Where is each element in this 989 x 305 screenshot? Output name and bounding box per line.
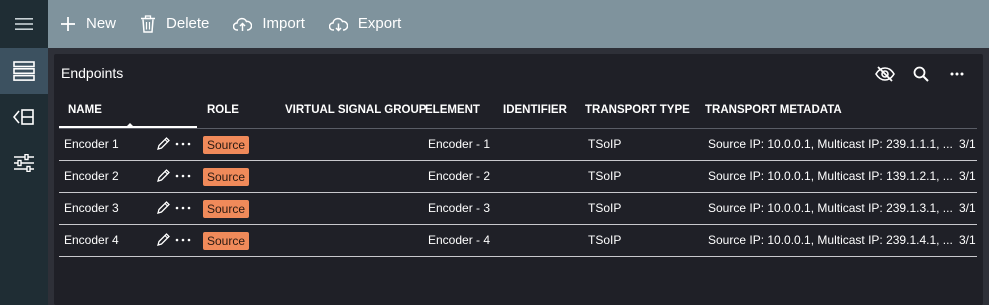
cell-element: Encoder - 3 (428, 201, 491, 215)
cell-element: Encoder - 4 (428, 233, 491, 247)
search-icon (913, 66, 929, 82)
cell-name: Encoder 3 (64, 201, 119, 215)
back-list-icon (13, 109, 34, 125)
more-options-button[interactable] (939, 63, 975, 85)
delete-label: Delete (166, 15, 210, 32)
cell-transport-metadata: Source IP: 10.0.0.1, Multicast IP: 239.1… (708, 137, 953, 151)
cell-element: Encoder - 1 (428, 137, 491, 151)
cell-transport-type: TSoIP (588, 169, 622, 183)
top-toolbar: New Delete Import Export (48, 0, 989, 48)
cell-extra: 3/1 (959, 201, 976, 215)
settings-list-icon (14, 154, 34, 172)
cloud-upload-icon (233, 17, 253, 31)
column-header-role[interactable]: ROLE (207, 104, 239, 116)
cell-transport-type: TSoIP (588, 201, 622, 215)
delete-button[interactable]: Delete (140, 0, 209, 48)
row-actions (156, 136, 191, 151)
list-view-icon (13, 61, 35, 81)
cell-extra: 3/1 (959, 169, 976, 183)
row-actions (156, 232, 191, 247)
import-button[interactable]: Import (233, 0, 305, 48)
sort-ascending-icon (126, 123, 134, 127)
export-button[interactable]: Export (328, 0, 402, 48)
column-header-virtual-signal-group[interactable]: VIRTUAL SIGNAL GROUP (285, 104, 426, 116)
cell-extra: 3/1 (959, 137, 976, 151)
trash-icon (141, 15, 156, 33)
import-label: Import (262, 15, 305, 32)
cell-name: Encoder 4 (64, 233, 119, 247)
edit-icon[interactable] (156, 168, 171, 183)
cell-element: Encoder - 2 (428, 169, 491, 183)
eye-off-icon (875, 66, 895, 82)
more-icon (950, 72, 964, 76)
role-badge: Source (203, 136, 250, 154)
more-icon[interactable] (175, 206, 191, 210)
table-row[interactable]: Encoder 1 Source Encoder - 1 TSoIP Sourc… (59, 129, 977, 161)
cell-transport-metadata: Source IP: 10.0.0.1, Multicast IP: 239.1… (708, 233, 953, 247)
column-header-transport-type[interactable]: TRANSPORT TYPE (585, 104, 690, 116)
export-label: Export (357, 15, 402, 32)
cell-transport-metadata: Source IP: 10.0.0.1, Multicast IP: 139.1… (708, 169, 953, 183)
role-badge: Source (203, 200, 250, 218)
role-badge: Source (203, 168, 250, 186)
row-actions (156, 200, 191, 215)
search-button[interactable] (903, 63, 939, 85)
panel-actions (867, 63, 975, 85)
column-header-identifier[interactable]: IDENTIFIER (503, 104, 567, 116)
hamburger-icon (15, 18, 33, 30)
cell-extra: 3/1 (959, 233, 976, 247)
more-icon[interactable] (175, 142, 191, 146)
cell-name: Encoder 2 (64, 169, 119, 183)
table-row[interactable]: Encoder 3 Source Encoder - 3 TSoIP Sourc… (59, 193, 977, 225)
edit-icon[interactable] (156, 232, 171, 247)
column-header-transport-metadata[interactable]: TRANSPORT METADATA (705, 104, 842, 116)
column-header-name[interactable]: NAME (68, 104, 102, 116)
nav-endpoints[interactable] (0, 48, 48, 94)
new-button[interactable]: New (60, 0, 116, 48)
table-row[interactable]: Encoder 4 Source Encoder - 4 TSoIP Sourc… (59, 225, 977, 257)
nav-item-3[interactable] (0, 140, 48, 186)
edit-icon[interactable] (156, 136, 171, 151)
panel-title: Endpoints (61, 65, 124, 81)
endpoints-panel: Endpoints NAME ROLE VIRTUAL SIGNAL GROUP… (54, 54, 983, 305)
more-icon[interactable] (175, 174, 191, 178)
cloud-download-icon (328, 17, 348, 32)
plus-icon (61, 17, 75, 31)
cell-transport-type: TSoIP (588, 137, 622, 151)
table-row[interactable]: Encoder 2 Source Encoder - 2 TSoIP Sourc… (59, 161, 977, 193)
new-label: New (86, 15, 117, 32)
menu-button[interactable] (0, 0, 48, 48)
more-icon[interactable] (175, 238, 191, 242)
main-content: Endpoints NAME ROLE VIRTUAL SIGNAL GROUP… (48, 48, 989, 305)
cell-transport-type: TSoIP (588, 233, 622, 247)
left-sidebar (0, 0, 48, 305)
cell-name: Encoder 1 (64, 137, 119, 151)
edit-icon[interactable] (156, 200, 171, 215)
hide-columns-button[interactable] (867, 63, 903, 85)
row-actions (156, 168, 191, 183)
column-header-element[interactable]: ELEMENT (425, 104, 480, 116)
role-badge: Source (203, 232, 250, 250)
cell-transport-metadata: Source IP: 10.0.0.1, Multicast IP: 239.1… (708, 201, 953, 215)
nav-item-2[interactable] (0, 94, 48, 140)
